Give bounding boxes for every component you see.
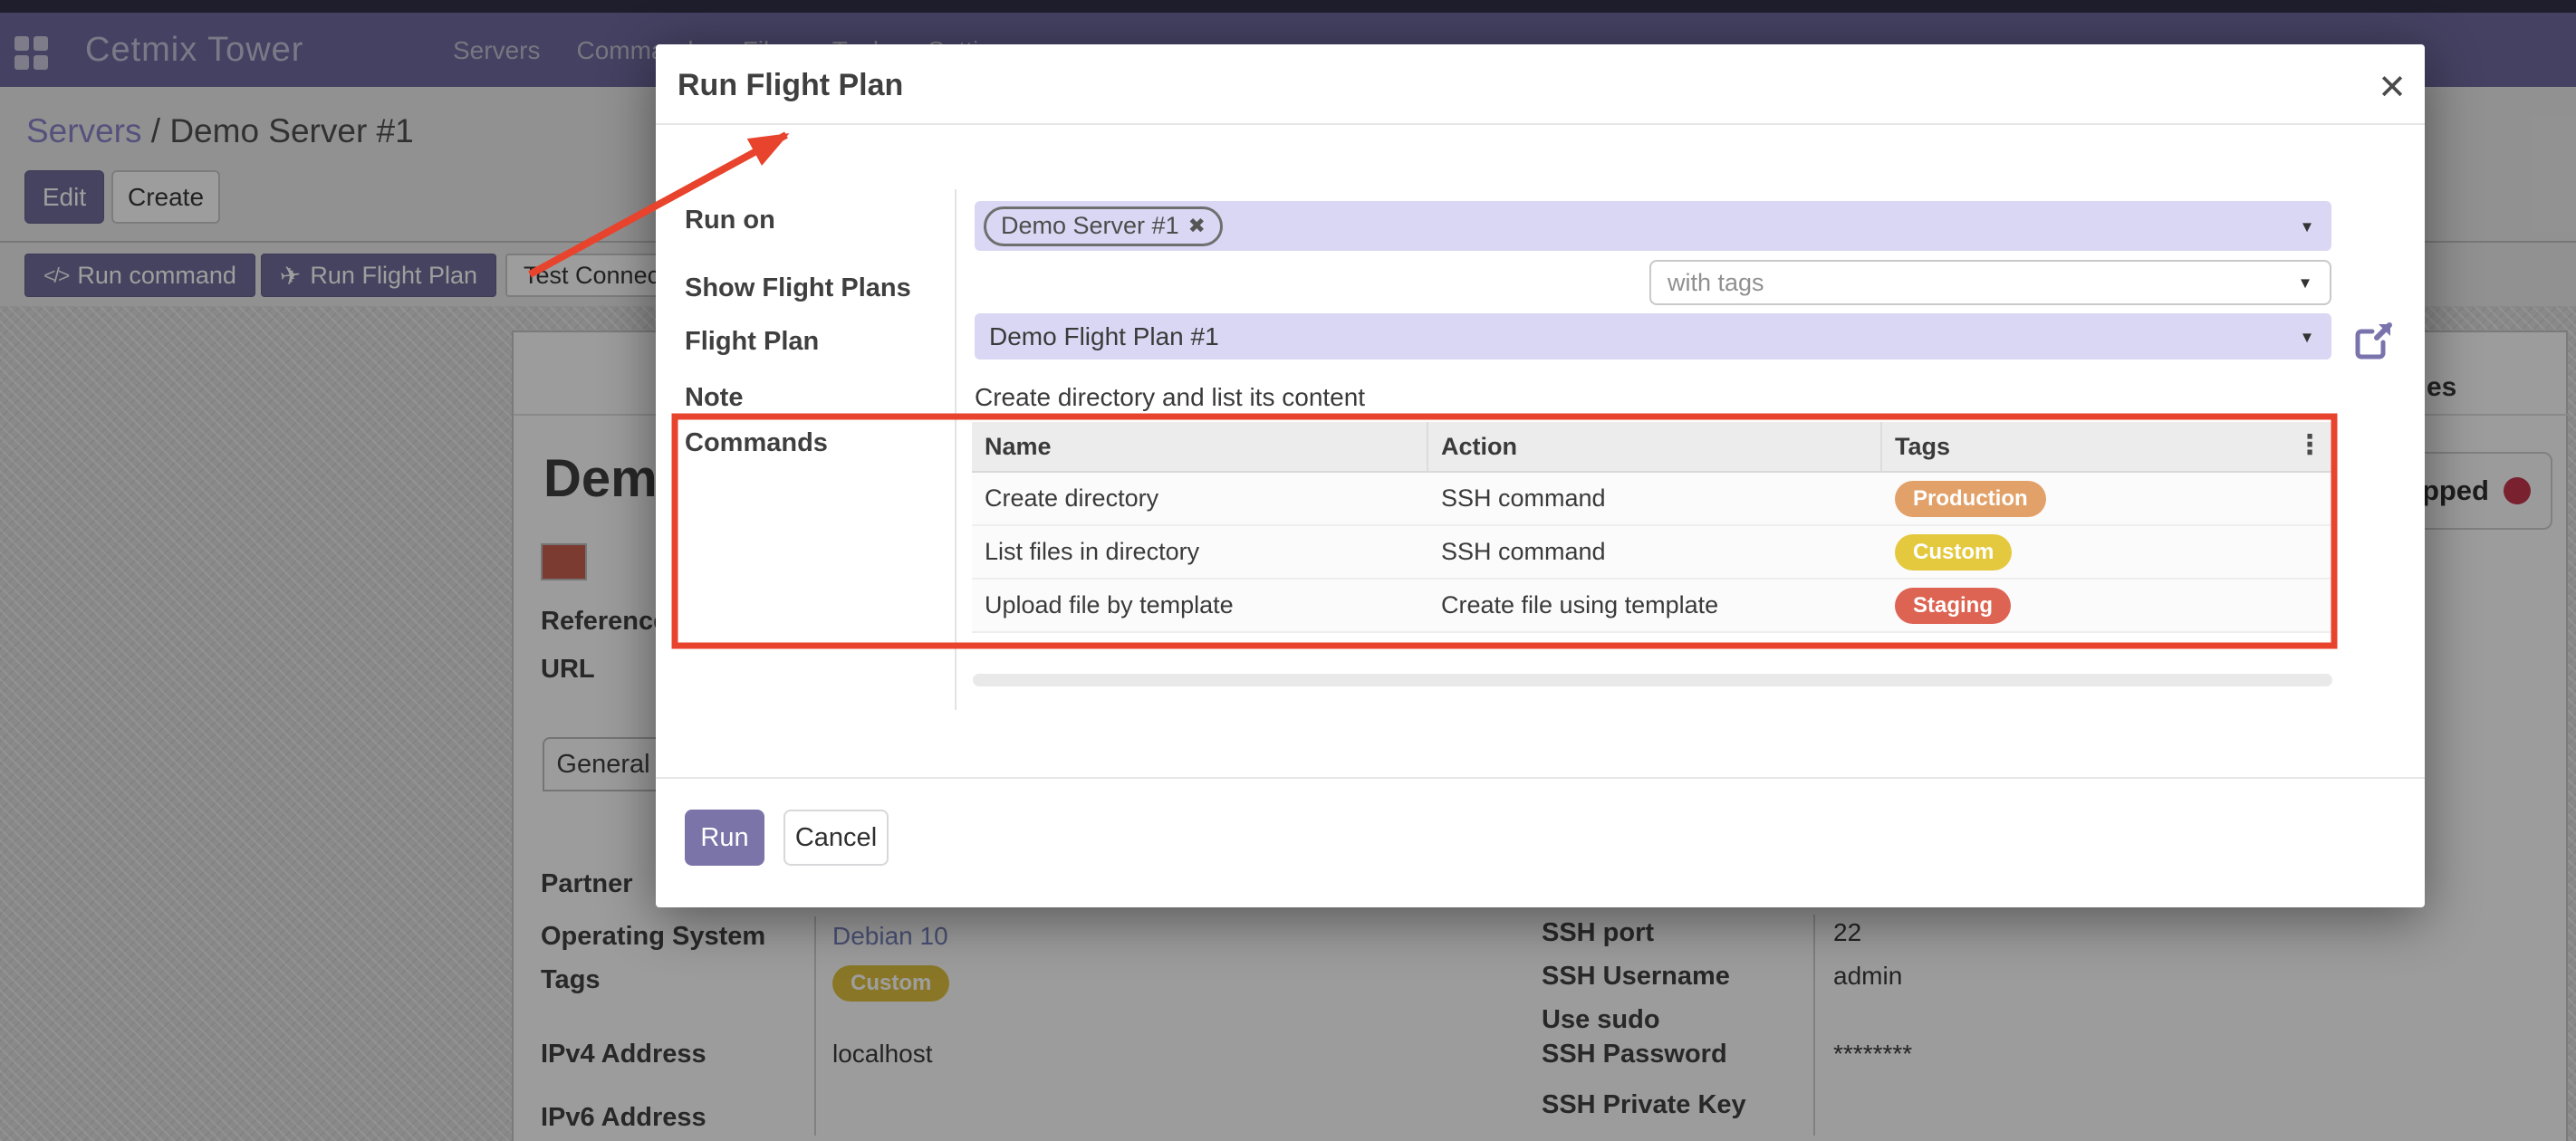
tag-badge: Production [1895,481,2046,517]
external-link-icon[interactable] [2355,321,2393,360]
modal-label-separator [955,189,956,710]
remove-tag-icon[interactable]: ✖ [1188,214,1206,238]
tag-badge: Staging [1895,588,2011,624]
show-flight-plans-label: Show Flight Plans [685,273,911,303]
command-row[interactable]: Upload file by templateCreate file using… [972,580,2332,633]
command-name: Create directory [972,484,1428,513]
screen: Cetmix Tower ServersCommandsFilesToolsSe… [0,0,2576,1141]
column-header-tags[interactable]: Tags [1882,422,2294,471]
table-tail-row [972,633,2332,646]
chevron-down-icon: ▾ [2301,272,2310,294]
flight-plan-label: Flight Plan [685,327,819,357]
note-value: Create directory and list its content [975,383,1365,412]
run-flight-plan-modal: Run Flight Plan ✕ Run on Show Flight Pla… [656,44,2425,907]
command-row[interactable]: List files in directorySSH command Custom [972,526,2332,580]
modal-footer-divider [656,777,2425,779]
table-horizontal-scrollbar[interactable] [973,674,2332,686]
with-tags-dropdown[interactable]: with tags ▾ [1649,260,2331,305]
optional-columns-icon[interactable]: ⋮ [2296,429,2323,461]
command-action: SSH command [1428,538,1882,566]
flight-plan-dropdown[interactable]: Demo Flight Plan #1 ▾ [975,313,2331,360]
chevron-down-icon: ▾ [2302,215,2312,237]
cancel-button[interactable]: Cancel [783,810,889,866]
commands-label: Commands [685,428,828,458]
column-header-action[interactable]: Action [1428,422,1882,471]
run-on-field[interactable]: Demo Server #1 ✖ ▾ [975,201,2331,251]
chevron-down-icon: ▾ [2302,325,2312,348]
tag-badge: Custom [1895,534,2012,570]
command-action: SSH command [1428,484,1882,513]
command-tags: Staging [1882,588,2332,624]
close-icon[interactable]: ✕ [2369,64,2415,110]
column-header-name[interactable]: Name [972,422,1428,471]
modal-header-divider [656,123,2425,125]
command-row[interactable]: Create directorySSH command Production [972,473,2332,526]
note-label: Note [685,383,743,413]
command-name: Upload file by template [972,591,1428,619]
run-on-label: Run on [685,206,775,235]
command-name: List files in directory [972,538,1428,566]
commands-table-header: Name Action Tags ⋮ [972,422,2332,473]
command-action: Create file using template [1428,591,1882,619]
run-button[interactable]: Run [685,810,764,866]
modal-title: Run Flight Plan [678,68,903,103]
commands-table: Name Action Tags ⋮ Create directorySSH c… [972,422,2332,646]
command-tags: Production [1882,481,2332,517]
command-tags: Custom [1882,534,2332,570]
server-tag-pill[interactable]: Demo Server #1 ✖ [984,206,1223,246]
